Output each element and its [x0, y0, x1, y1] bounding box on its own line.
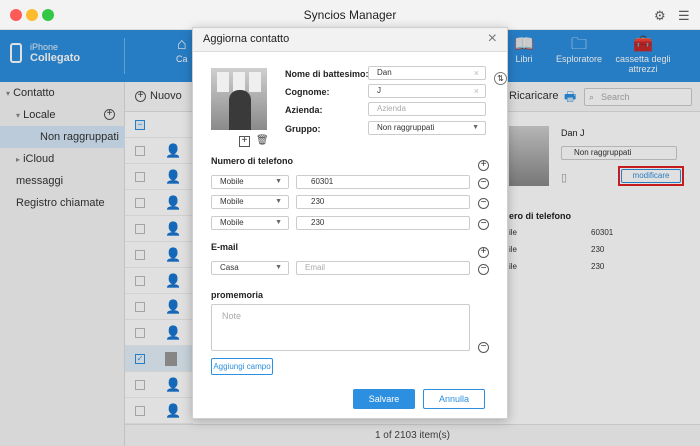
trash-icon[interactable]: 🗑: [256, 135, 269, 146]
caret-down-icon: ▼: [275, 178, 282, 185]
phone-type-value: Mobile: [220, 218, 244, 227]
remove-notes-icon[interactable]: −: [478, 342, 489, 353]
company-label: Azienda:: [285, 105, 323, 115]
phone-type-value: Mobile: [220, 177, 244, 186]
remove-email-icon[interactable]: −: [478, 264, 489, 275]
phone-type-select[interactable]: Mobile ▼: [211, 175, 289, 189]
phone-number-input[interactable]: 230: [296, 195, 470, 209]
remove-phone-icon[interactable]: −: [478, 198, 489, 209]
update-contact-dialog: Aggiorna contatto × ⇅ + 🗑 Nome di battes…: [192, 27, 508, 419]
dialog-header: Aggiorna contatto ×: [193, 28, 507, 52]
phone-section-title: Numero di telefono: [211, 156, 294, 166]
add-field-button[interactable]: Aggiungi campo: [211, 358, 273, 375]
phone-type-select[interactable]: Mobile ▼: [211, 195, 289, 209]
app-title: Syncios Manager: [303, 8, 397, 22]
remove-phone-icon[interactable]: −: [478, 219, 489, 230]
notes-placeholder: Note: [222, 311, 242, 321]
title-bar: Syncios Manager ⚙ ☰: [0, 0, 700, 30]
email-type-value: Casa: [220, 263, 239, 272]
caret-down-icon: ▼: [472, 124, 479, 131]
clear-icon[interactable]: ×: [474, 85, 479, 97]
contact-photo[interactable]: [211, 68, 267, 130]
company-placeholder: Azienda: [377, 104, 406, 113]
first-name-input[interactable]: Dan ×: [368, 66, 486, 80]
caret-down-icon: ▼: [275, 264, 282, 271]
group-value: Non raggruppati: [377, 123, 435, 132]
email-input[interactable]: Email: [296, 261, 470, 275]
settings-gear-icon[interactable]: ⚙: [654, 8, 666, 24]
phone-type-value: Mobile: [220, 197, 244, 206]
caret-down-icon: ▼: [275, 219, 282, 226]
group-select[interactable]: Non raggruppati ▼: [368, 121, 486, 135]
last-name-value: J: [377, 86, 381, 95]
phone-number-input[interactable]: 60301: [296, 175, 470, 189]
phone-number-value: 60301: [311, 177, 334, 186]
phone-type-select[interactable]: Mobile ▼: [211, 216, 289, 230]
save-button[interactable]: Salvare: [353, 389, 415, 409]
remove-phone-icon[interactable]: −: [478, 178, 489, 189]
email-placeholder: Email: [305, 263, 326, 272]
email-section-title: E-mail: [211, 242, 239, 252]
menu-icon[interactable]: ☰: [678, 8, 690, 24]
first-name-value: Dan: [377, 68, 392, 77]
phone-number-value: 230: [311, 197, 325, 206]
clear-icon[interactable]: ×: [474, 67, 479, 79]
notes-section-title: promemoria: [211, 290, 264, 300]
add-email-icon[interactable]: +: [478, 247, 489, 258]
phone-number-value: 230: [311, 218, 325, 227]
close-icon[interactable]: ×: [488, 30, 497, 48]
cancel-button[interactable]: Annulla: [423, 389, 485, 409]
add-photo-icon[interactable]: +: [239, 136, 250, 147]
last-name-label: Cognome:: [285, 87, 330, 97]
company-input[interactable]: Azienda: [368, 102, 486, 116]
swap-names-icon[interactable]: ⇅: [494, 72, 507, 85]
add-phone-icon[interactable]: +: [478, 160, 489, 171]
last-name-input[interactable]: J ×: [368, 84, 486, 98]
caret-down-icon: ▼: [275, 198, 282, 205]
notes-textarea[interactable]: Note: [211, 304, 470, 351]
dialog-title: Aggiorna contatto: [203, 33, 290, 45]
email-type-select[interactable]: Casa ▼: [211, 261, 289, 275]
group-label: Gruppo:: [285, 124, 321, 134]
phone-number-input[interactable]: 230: [296, 216, 470, 230]
first-name-label: Nome di battesimo:: [285, 69, 369, 79]
